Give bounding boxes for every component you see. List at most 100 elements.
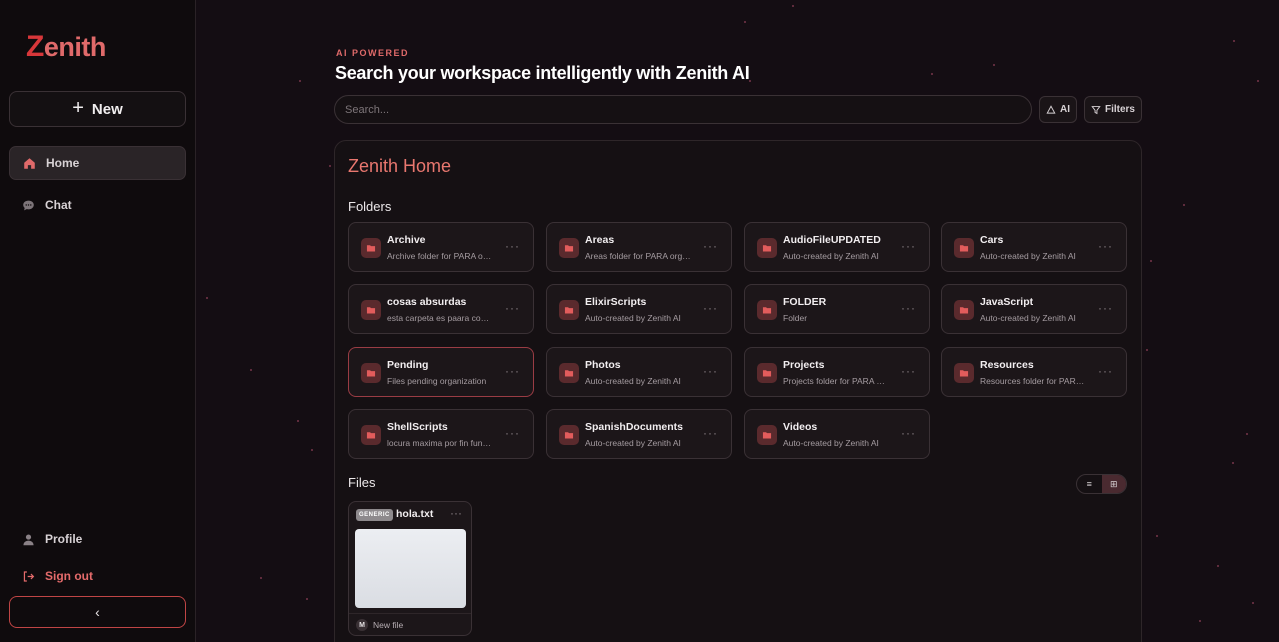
more-options-icon[interactable]: ··· xyxy=(703,364,718,378)
more-options-icon[interactable]: ··· xyxy=(703,426,718,440)
more-options-icon[interactable]: ··· xyxy=(703,301,718,315)
panel-title: Zenith Home xyxy=(348,156,452,176)
folder-description: Files pending organization xyxy=(387,376,487,386)
ai-sparkle-icon xyxy=(1046,104,1056,114)
folder-name: Photos xyxy=(585,359,621,371)
eyebrow-label: AI POWERED xyxy=(336,48,410,58)
file-status-text: New file xyxy=(373,620,404,630)
filter-icon xyxy=(1091,105,1101,114)
folders-heading: Folders xyxy=(348,199,392,214)
folder-icon xyxy=(757,363,777,383)
folder-name: FOLDER xyxy=(783,296,827,308)
folder-name: AudioFileUPDATED xyxy=(783,234,881,246)
folder-description: Auto-created by Zenith AI xyxy=(980,251,1076,261)
sidebar-item-label: Chat xyxy=(45,198,72,212)
sign-out-label: Sign out xyxy=(45,569,93,583)
sign-out-icon xyxy=(23,570,35,582)
folder-icon xyxy=(757,300,777,320)
folder-description: Auto-created by Zenith AI xyxy=(783,438,879,448)
folder-card[interactable]: ElixirScripts Auto-created by Zenith AI ··… xyxy=(546,284,732,334)
folder-name: ElixirScripts xyxy=(585,296,647,308)
sign-out-button[interactable]: Sign out xyxy=(9,559,186,593)
folder-description: Folder xyxy=(783,313,808,323)
more-options-icon[interactable]: ··· xyxy=(450,506,462,520)
folder-card[interactable]: cosas absurdas esta carpeta es paara cosa… xyxy=(348,284,534,334)
folder-description: Auto-created by Zenith AI xyxy=(585,313,681,323)
folder-description: Projects folder for PARA organization xyxy=(783,376,889,386)
avatar: M xyxy=(356,619,368,631)
folder-card[interactable]: JavaScript Auto-created by Zenith AI ··· xyxy=(941,284,1127,334)
folder-icon xyxy=(954,238,974,258)
folder-card[interactable]: Areas Areas folder for PARA organization ·… xyxy=(546,222,732,272)
folder-card[interactable]: Resources Resources folder for PARA organ… xyxy=(941,347,1127,397)
folder-card[interactable]: Photos Auto-created by Zenith AI ··· xyxy=(546,347,732,397)
folder-icon xyxy=(559,425,579,445)
more-options-icon[interactable]: ··· xyxy=(505,426,520,440)
folder-name: ShellScripts xyxy=(387,421,448,433)
folder-icon xyxy=(361,425,381,445)
folder-icon xyxy=(361,300,381,320)
new-button-label: New xyxy=(91,100,123,118)
sidebar-item-label: Profile xyxy=(45,532,83,546)
folder-name: Areas xyxy=(585,234,615,246)
more-options-icon[interactable]: ··· xyxy=(505,301,520,315)
folder-description: Auto-created by Zenith AI xyxy=(585,438,681,448)
folder-description: Auto-created by Zenith AI xyxy=(783,251,879,261)
folder-icon xyxy=(559,238,579,258)
file-type-badge: GENERIC xyxy=(356,509,393,521)
folder-icon xyxy=(757,238,777,258)
search-input[interactable] xyxy=(334,95,1032,124)
more-options-icon[interactable]: ··· xyxy=(1098,239,1113,253)
chat-icon xyxy=(23,200,34,210)
folder-name: Resources xyxy=(980,359,1034,371)
folder-icon xyxy=(559,300,579,320)
more-options-icon[interactable]: ··· xyxy=(505,364,520,378)
folder-card[interactable]: FOLDER Folder ··· xyxy=(744,284,930,334)
files-heading: Files xyxy=(348,475,376,490)
ai-button[interactable]: AI xyxy=(1039,96,1077,123)
file-card[interactable]: GENERIC hola.txt ··· M New file xyxy=(348,501,472,636)
folder-card[interactable]: Cars Auto-created by Zenith AI ··· xyxy=(941,222,1127,272)
more-options-icon[interactable]: ··· xyxy=(901,426,916,440)
home-icon xyxy=(24,157,35,169)
page-title: Search your workspace intelligently with… xyxy=(335,63,750,83)
file-preview xyxy=(355,529,466,608)
more-options-icon[interactable]: ··· xyxy=(505,239,520,253)
filters-button[interactable]: Filters xyxy=(1084,96,1142,123)
grid-view-button[interactable]: ⊞ xyxy=(1101,475,1126,493)
sidebar-item-home[interactable]: Home xyxy=(9,146,186,180)
folder-description: esta carpeta es paara cosas absurdas xyxy=(387,313,493,323)
new-button[interactable]: + New xyxy=(9,91,186,127)
folder-name: Pending xyxy=(387,359,429,371)
more-options-icon[interactable]: ··· xyxy=(901,239,916,253)
folder-icon xyxy=(361,238,381,258)
file-footer: M New file xyxy=(349,613,471,635)
more-options-icon[interactable]: ··· xyxy=(901,364,916,378)
filters-button-label: Filters xyxy=(1104,104,1135,115)
folder-icon xyxy=(954,300,974,320)
folder-card[interactable]: ShellScripts locura maxima por fin funcio… xyxy=(348,409,534,459)
folder-card[interactable]: AudioFileUPDATED Auto-created by Zenith A… xyxy=(744,222,930,272)
folder-description: Auto-created by Zenith AI xyxy=(585,376,681,386)
sidebar: Zenith + New Home Chat Profile Sign out … xyxy=(0,0,196,642)
folder-name: Videos xyxy=(783,421,818,433)
folder-description: locura maxima por fin funciona xyxy=(387,438,493,448)
folder-card[interactable]: Archive Archive folder for PARA organizat… xyxy=(348,222,534,272)
folder-card[interactable]: Videos Auto-created by Zenith AI ··· xyxy=(744,409,930,459)
folder-icon xyxy=(361,363,381,383)
file-name: hola.txt xyxy=(396,508,434,520)
folder-card[interactable]: SpanishDocuments Auto-created by Zenith A… xyxy=(546,409,732,459)
folder-card[interactable]: Pending Files pending organization ··· xyxy=(348,347,534,397)
sidebar-item-profile[interactable]: Profile xyxy=(9,522,186,556)
folder-card[interactable]: Projects Projects folder for PARA organiz… xyxy=(744,347,930,397)
folder-name: SpanishDocuments xyxy=(585,421,684,433)
more-options-icon[interactable]: ··· xyxy=(1098,301,1113,315)
folder-description: Resources folder for PARA organization xyxy=(980,376,1086,386)
collapse-sidebar-button[interactable]: ‹ xyxy=(9,596,186,628)
more-options-icon[interactable]: ··· xyxy=(703,239,718,253)
sidebar-item-chat[interactable]: Chat xyxy=(9,188,186,222)
more-options-icon[interactable]: ··· xyxy=(901,301,916,315)
more-options-icon[interactable]: ··· xyxy=(1098,364,1113,378)
list-view-button[interactable]: ≡ xyxy=(1077,475,1102,493)
zenith-logo[interactable]: Zenith xyxy=(26,30,106,64)
